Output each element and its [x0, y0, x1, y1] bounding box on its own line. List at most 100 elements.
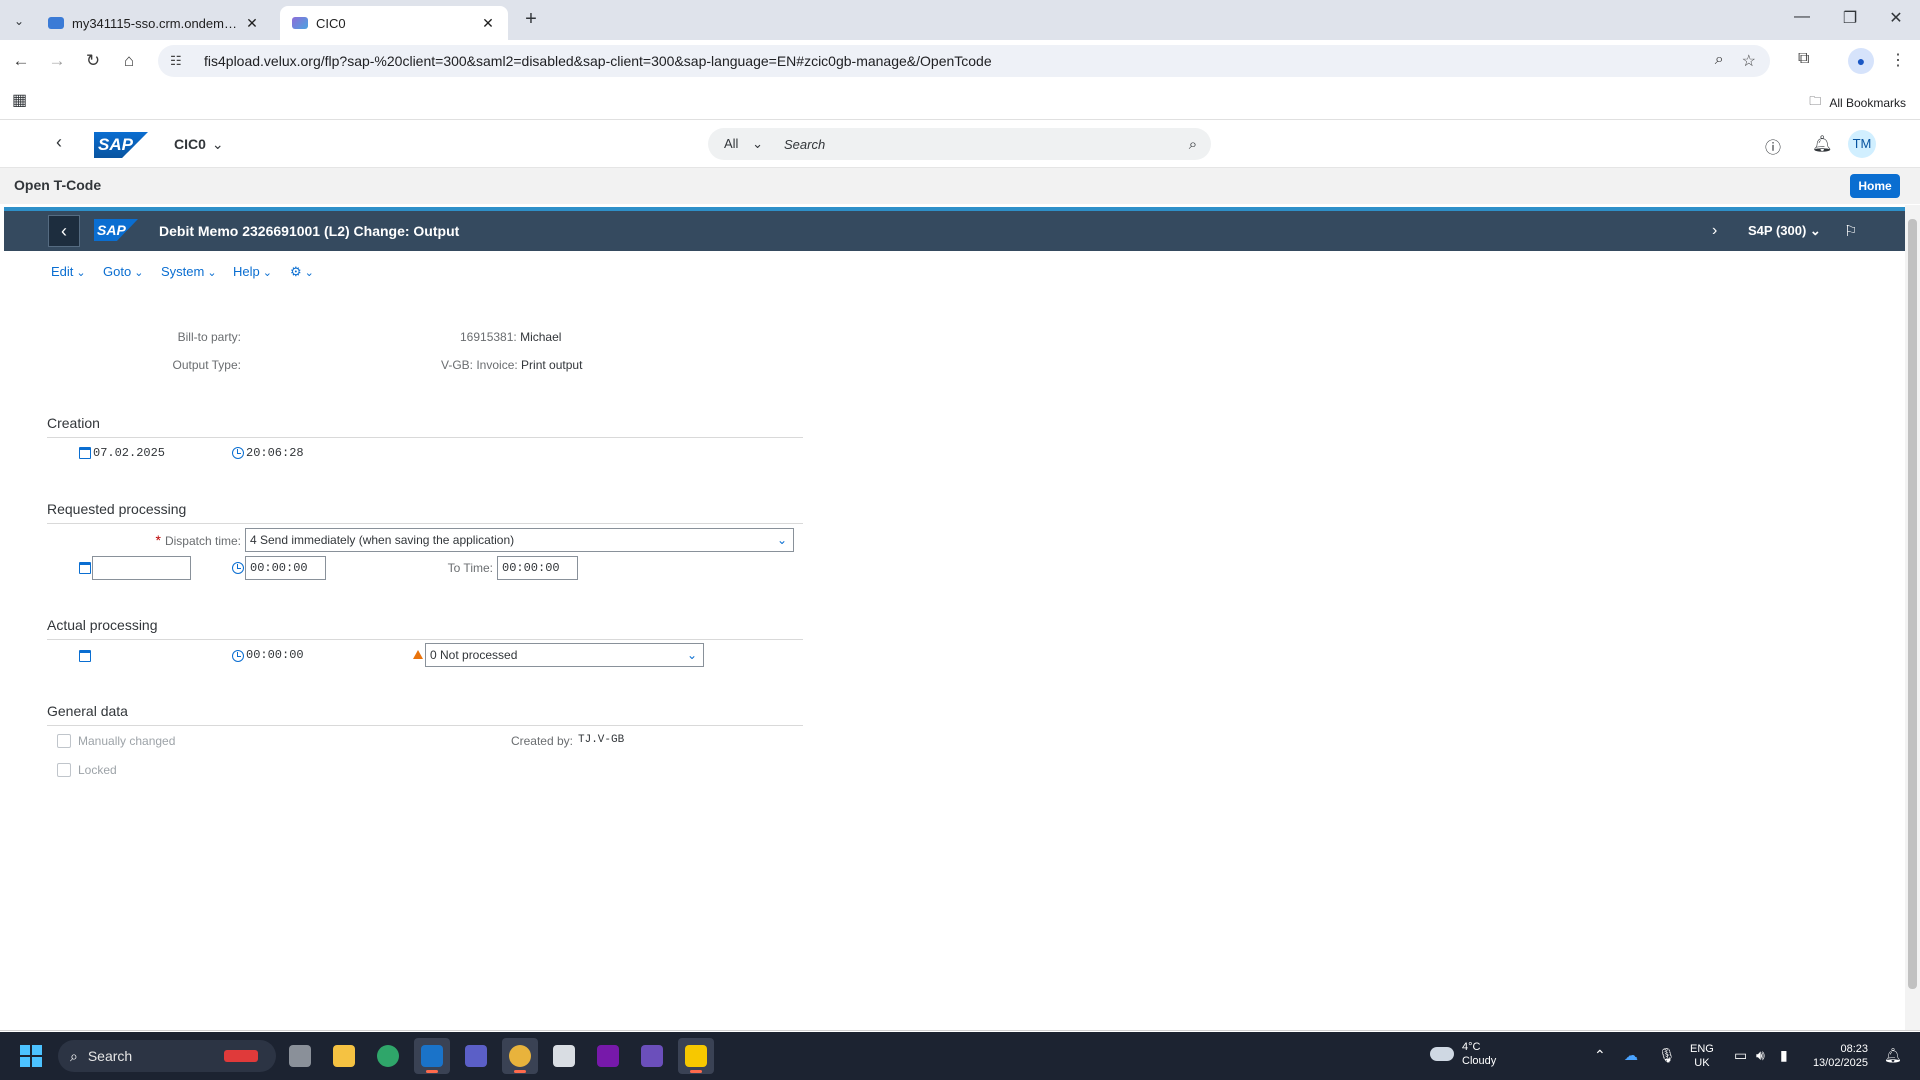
transaction-back-button[interactable]: ‹ [48, 215, 80, 247]
processing-status-select[interactable]: 0 Not processed ⌄ [425, 643, 704, 667]
onenote-icon[interactable] [590, 1038, 626, 1074]
url-field[interactable]: ☷ fis4pload.velux.org/flp?sap-%20client=… [158, 45, 1770, 77]
user-avatar[interactable]: TM [1848, 130, 1876, 158]
file-explorer-icon[interactable] [326, 1038, 362, 1074]
requested-date-field[interactable] [92, 556, 191, 580]
creation-time: 20:06:28 [246, 446, 304, 460]
actual-time: 00:00:00 [246, 648, 304, 662]
system-menu[interactable]: S4P (300) ⌄ [1748, 223, 1821, 239]
battery-icon[interactable]: ▮ [1780, 1047, 1788, 1064]
close-window-icon[interactable]: ✕ [1884, 8, 1908, 28]
new-tab-icon[interactable]: + [520, 8, 542, 31]
chevron-down-icon: ⌄ [686, 648, 697, 662]
shell-back-icon[interactable]: ‹ [56, 132, 70, 153]
search-input[interactable] [768, 136, 1175, 152]
home-icon[interactable]: ⌂ [118, 50, 140, 72]
chrome-icon[interactable] [502, 1038, 538, 1074]
edge-icon[interactable] [370, 1038, 406, 1074]
divider [47, 639, 803, 640]
app-title-menu[interactable]: CIC0 ⌄ [174, 136, 224, 153]
divider [47, 523, 803, 524]
divider [0, 1030, 1920, 1031]
onedrive-icon[interactable]: ☁ [1624, 1047, 1638, 1064]
sticky-notes-icon[interactable] [678, 1038, 714, 1074]
page-subheader: Open T-Code Home [0, 168, 1920, 204]
page-title: Open T-Code [14, 177, 102, 193]
clock-icon [232, 447, 244, 459]
to-time-label: To Time: [447, 561, 493, 575]
sap-favicon-icon [292, 17, 308, 29]
chevron-down-icon: ⌄ [752, 136, 763, 151]
outlook-icon[interactable] [414, 1038, 450, 1074]
chevron-down-icon: ⌄ [776, 533, 787, 547]
reload-icon[interactable]: ↻ [82, 50, 104, 72]
search-scope-select[interactable]: All ⌄ [708, 136, 768, 152]
vertical-scrollbar[interactable] [1905, 205, 1920, 1030]
microphone-icon[interactable]: 🎙︎ [1658, 1047, 1676, 1064]
locked-checkbox[interactable] [57, 763, 71, 777]
task-view-icon[interactable] [282, 1038, 318, 1074]
chevron-right-icon[interactable]: › [1712, 222, 1717, 240]
windows-start-icon[interactable] [20, 1045, 42, 1067]
forward-arrow-icon[interactable]: → [46, 50, 68, 72]
close-tab-icon[interactable]: ✕ [480, 15, 496, 32]
network-icon[interactable]: ▭ [1734, 1047, 1747, 1064]
language-indicator[interactable]: ENG UK [1690, 1042, 1714, 1070]
notifications-bell-icon[interactable]: 🔔︎ [1884, 1047, 1902, 1064]
tab-search-icon[interactable]: ⌄ [8, 10, 30, 32]
clock-icon [232, 650, 244, 662]
general-section-title: General data [47, 703, 128, 719]
bookmark-star-icon[interactable]: ☆ [1742, 51, 1756, 71]
dispatch-time-label: * Dispatch time: [155, 532, 241, 548]
teams-icon[interactable] [458, 1038, 494, 1074]
browser-tab-crm[interactable]: my341115-sso.crm.ondemand.com ✕ [36, 6, 272, 40]
browser-tab-cic0[interactable]: CIC0 ✕ [280, 6, 508, 40]
created-by-label: Created by: [510, 734, 573, 748]
search-icon: ⌕ [70, 1047, 78, 1064]
all-bookmarks-button[interactable]: 🗀 All Bookmarks [1809, 92, 1906, 113]
menu-help[interactable]: Help ⌄ [233, 264, 272, 279]
flag-icon[interactable]: ⚐ [1844, 222, 1857, 240]
zoom-icon[interactable]: ⌕ [1715, 51, 1724, 71]
scrollbar-thumb[interactable] [1908, 219, 1917, 989]
calendar-icon[interactable] [79, 562, 91, 574]
clock-icon[interactable] [232, 562, 244, 574]
minimize-icon[interactable]: — [1790, 8, 1814, 26]
menu-edit[interactable]: Edit ⌄ [51, 264, 86, 279]
sap-logo[interactable]: SAP [94, 132, 148, 158]
created-by-value: TJ.V-GB [578, 734, 625, 746]
profile-icon[interactable]: ● [1848, 48, 1874, 74]
app-icon[interactable] [634, 1038, 670, 1074]
search-icon[interactable]: ⌕ [1175, 136, 1211, 153]
extensions-icon[interactable]: ⧉ [1798, 50, 1809, 68]
manually-changed-checkbox[interactable] [57, 734, 71, 748]
locked-label: Locked [78, 763, 117, 777]
close-tab-icon[interactable]: ✕ [244, 15, 260, 32]
home-button[interactable]: Home [1850, 174, 1900, 198]
calendar-app-icon[interactable] [546, 1038, 582, 1074]
warning-icon [413, 650, 423, 659]
requested-time-field[interactable]: 00:00:00 [245, 556, 326, 580]
notifications-bell-icon[interactable]: 🔔︎ [1812, 134, 1832, 154]
back-arrow-icon[interactable]: ← [10, 50, 32, 72]
apps-grid-icon[interactable]: ▦ [12, 90, 27, 110]
chevron-up-icon[interactable]: ⌃ [1594, 1047, 1606, 1064]
settings-gear-icon[interactable]: ⚙ ⌄ [290, 264, 314, 280]
dispatch-time-select[interactable]: 4 Send immediately (when saving the appl… [245, 528, 794, 552]
site-settings-icon[interactable]: ☷ [170, 53, 190, 69]
crm-favicon-icon [48, 17, 64, 29]
actual-section-title: Actual processing [47, 617, 158, 633]
browser-menu-icon[interactable]: ⋮ [1890, 50, 1906, 70]
chevron-down-icon: ⌄ [134, 267, 144, 279]
to-time-field[interactable]: 00:00:00 [497, 556, 578, 580]
taskbar-clock[interactable]: 08:23 13/02/2025 [1808, 1042, 1868, 1070]
menu-goto[interactable]: Goto ⌄ [103, 264, 143, 279]
weather-widget[interactable]: 4°C Cloudy [1430, 1040, 1496, 1068]
cloud-icon [1430, 1047, 1454, 1061]
help-icon[interactable]: ⓘ [1765, 134, 1781, 158]
volume-icon[interactable]: 🔊︎ [1756, 1047, 1765, 1064]
menu-system[interactable]: System ⌄ [161, 264, 217, 279]
restore-icon[interactable]: ❐ [1838, 8, 1862, 28]
chevron-down-icon: ⌄ [1809, 223, 1821, 238]
taskbar-search[interactable]: ⌕ Search [58, 1040, 276, 1072]
